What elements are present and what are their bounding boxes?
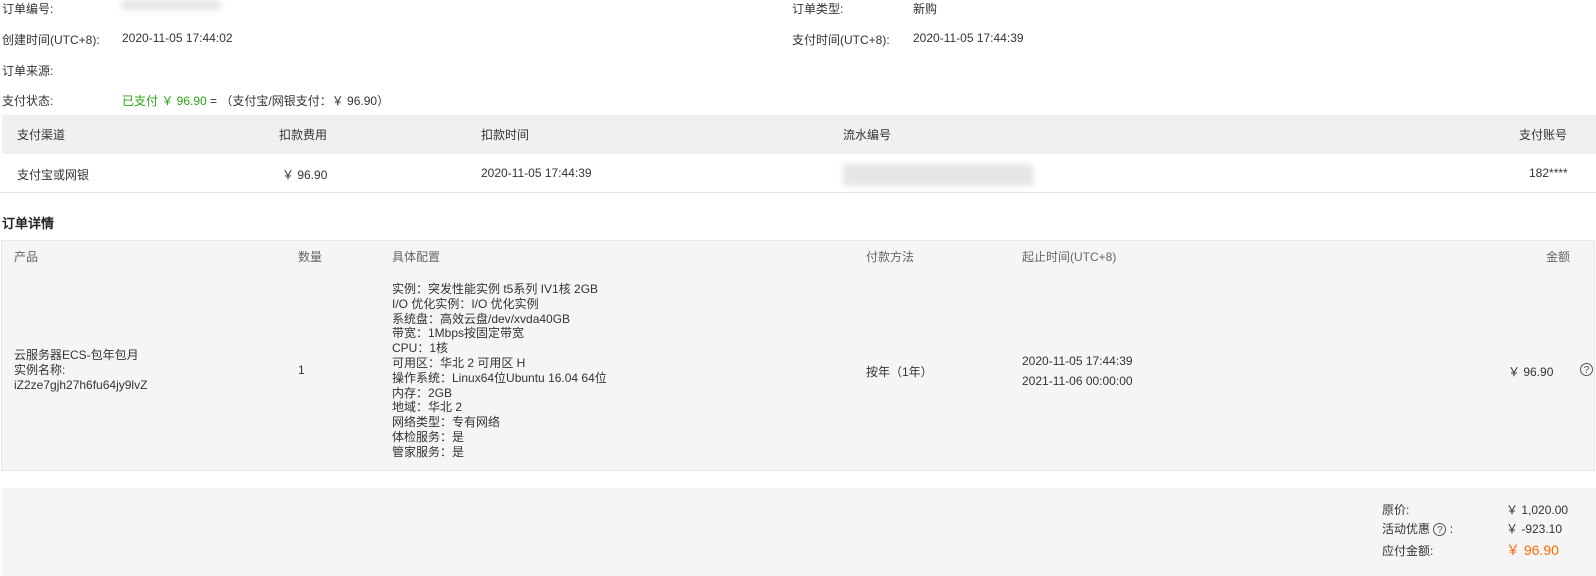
discount-value: ￥ -923.10 [1506, 522, 1563, 536]
payment-account: 182**** [1529, 166, 1568, 180]
payable-value: ￥ 96.90 [1506, 542, 1559, 558]
detail-header-period: 起止时间(UTC+8) [1022, 250, 1117, 264]
payment-table-header [2, 115, 1596, 154]
config-item: 管家服务：是 [392, 444, 465, 459]
payment-table-divider [0, 192, 1596, 193]
config-item: 操作系统：Linux64位Ubuntu 16.04 64位 [392, 370, 607, 385]
payment-serial-redacted [843, 164, 1033, 186]
instance-name-label: 实例名称: [14, 363, 66, 377]
order-detail-table [1, 240, 1595, 471]
payable-label: 应付金额: [1382, 544, 1434, 558]
payment-header-channel: 支付渠道 [17, 128, 66, 142]
detail-header-config: 具体配置 [392, 250, 441, 264]
order-no-redacted [122, 0, 220, 10]
payment-header-serial: 流水编号 [843, 128, 892, 142]
original-price-label: 原价: [1382, 503, 1410, 517]
instance-id: iZ2ze7gjh27h6fu64jy9lvZ [14, 378, 148, 392]
detail-header-product: 产品 [14, 250, 39, 264]
product-name: 云服务器ECS-包年包月 [14, 348, 139, 362]
summary-panel [2, 488, 1596, 576]
config-item: 地域：华北 2 [392, 400, 463, 415]
detail-header-payment-method: 付款方法 [866, 250, 915, 264]
payment-header-account: 支付账号 [1519, 128, 1568, 142]
config-item: 网络类型：专有网络 [392, 415, 501, 430]
pay-status-paid: 已支付 ￥ 96.90 [122, 94, 207, 108]
start-time-value: 2020-11-05 17:44:39 [1022, 354, 1133, 368]
config-item: 内存：2GB [392, 385, 453, 400]
config-item: 实例：突发性能实例 t5系列 IV1核 2GB [392, 282, 599, 296]
payment-channel: 支付宝或网银 [17, 168, 90, 182]
payment-method-value: 按年（1年） [866, 365, 933, 379]
discount-help-icon[interactable]: ? [1433, 523, 1447, 537]
payment-header-amount: 扣款费用 [279, 128, 328, 142]
quantity-value: 1 [298, 363, 305, 377]
detail-header-quantity: 数量 [298, 250, 323, 264]
config-item: 系统盘：高效云盘/dev/xvda40GB [392, 311, 571, 326]
end-time-value: 2021-11-06 00:00:00 [1022, 374, 1133, 388]
paid-time-label: 支付时间(UTC+8): [792, 33, 890, 47]
pay-status-value: 已支付 ￥ 96.90 = （支付宝/网银支付：￥ 96.90） [122, 92, 389, 109]
amount-value: ￥ 96.90 [1508, 365, 1554, 379]
payment-header-time: 扣款时间 [481, 128, 530, 142]
discount-label: 活动优惠 ? : [1382, 520, 1453, 537]
config-list: 实例：突发性能实例 t5系列 IV1核 2GB I/O 优化实例：I/O 优化实… [392, 282, 607, 460]
created-time-label: 创建时间(UTC+8): [2, 33, 100, 47]
discount-label-text: 活动优惠 [1382, 522, 1431, 536]
discount-label-colon: : [1449, 522, 1454, 536]
created-time-value: 2020-11-05 17:44:02 [122, 31, 233, 45]
product-cell: 云服务器ECS-包年包月 实例名称: iZ2ze7gjh27h6fu64jy9l… [14, 348, 147, 393]
order-source-label: 订单来源: [2, 64, 54, 78]
order-no-label: 订单编号: [2, 2, 54, 16]
config-item: CPU：1核 [392, 341, 449, 356]
order-type-label: 订单类型: [792, 2, 844, 16]
paid-time-value: 2020-11-05 17:44:39 [913, 31, 1024, 45]
order-detail-title: 订单详情 [2, 216, 55, 231]
config-item: 带宽：1Mbps按固定带宽 [392, 326, 525, 341]
amount-help-icon[interactable]: ? [1580, 363, 1593, 376]
config-item: I/O 优化实例：I/O 优化实例 [392, 296, 539, 311]
detail-header-amount: 金额 [1546, 250, 1571, 264]
pay-status-label: 支付状态: [2, 94, 54, 108]
config-item: 可用区：华北 2 可用区 H [392, 355, 526, 370]
config-item: 体检服务：是 [392, 429, 465, 444]
payment-time: 2020-11-05 17:44:39 [481, 166, 592, 180]
original-price-value: ￥ 1,020.00 [1506, 503, 1569, 517]
order-type-value: 新购 [913, 2, 938, 16]
payment-amount: ￥ 96.90 [282, 168, 328, 182]
pay-status-detail: = （支付宝/网银支付：￥ 96.90） [210, 94, 390, 108]
